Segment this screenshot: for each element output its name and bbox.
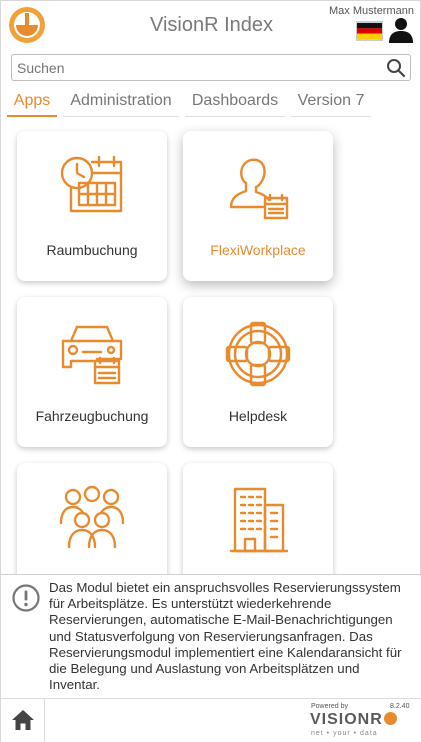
home-button[interactable] [1, 699, 45, 742]
info-icon [12, 584, 40, 612]
version-label: 8.2.40 [390, 703, 410, 710]
tile-raumbuchung[interactable]: Raumbuchung [17, 131, 167, 281]
flexi-workplace-icon [229, 158, 289, 220]
search-bar [11, 54, 411, 81]
powered-by-label: Powered by [311, 703, 348, 710]
tile-label: Raumbuchung [46, 242, 138, 258]
car-booking-icon [61, 325, 123, 385]
brand-text: VISIONR [310, 711, 383, 728]
user-name: Max Mustermann [329, 5, 414, 17]
tile-fahrzeugbuchung[interactable]: Fahrzeugbuchung [17, 297, 167, 447]
module-description: Das Modul bietet ein anspruchsvolles Res… [49, 580, 402, 693]
search-input[interactable] [17, 58, 377, 78]
footer: Powered by 8.2.40 VISIONR net • your • d… [1, 698, 421, 742]
brand-tagline: net • your • data [311, 730, 378, 737]
app-frame: VisionR Index Max Mustermann Apps Admini… [0, 0, 421, 742]
brand-dot-icon [383, 712, 397, 725]
tab-dashboards[interactable]: Dashboards [185, 89, 285, 117]
tile-label: FlexiWorkplace [210, 242, 306, 258]
visionr-brand: VISIONR [310, 711, 397, 729]
tab-apps[interactable]: Apps [7, 89, 57, 117]
group-icon [59, 485, 125, 549]
lifebuoy-icon [225, 321, 291, 387]
tile-flexiworkplace[interactable]: FlexiWorkplace [183, 131, 333, 281]
building-icon [229, 487, 289, 553]
tile-label: Helpdesk [228, 408, 288, 424]
header: VisionR Index Max Mustermann [1, 1, 421, 51]
tile-label: Fahrzeugbuchung [35, 408, 149, 424]
room-booking-icon [60, 155, 123, 213]
user-icon[interactable] [388, 17, 414, 43]
tile-helpdesk[interactable]: Helpdesk [183, 297, 333, 447]
home-icon [12, 710, 34, 730]
tab-administration[interactable]: Administration [63, 89, 179, 117]
tab-version-7[interactable]: Version 7 [291, 89, 371, 117]
german-flag-icon[interactable] [356, 21, 383, 41]
info-panel: Das Modul bietet ein anspruchsvolles Res… [1, 574, 421, 698]
search-icon[interactable] [386, 58, 406, 78]
